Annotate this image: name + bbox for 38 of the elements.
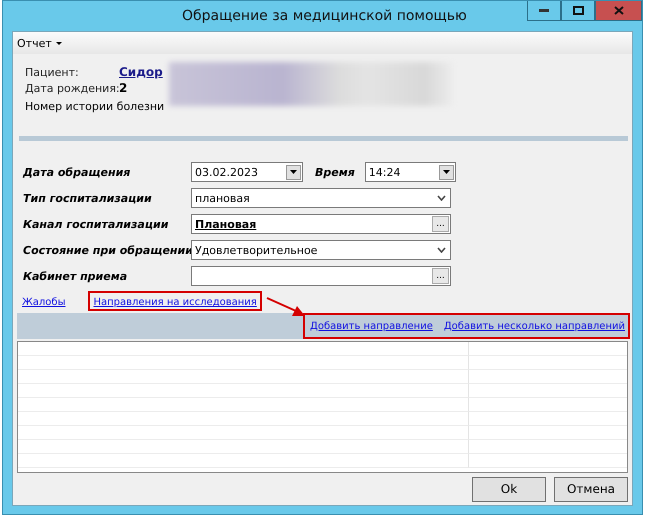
- time-label: Время: [315, 166, 355, 178]
- lookup-field[interactable]: Плановая ...: [191, 214, 451, 234]
- tab-link[interactable]: Жалобы: [22, 297, 66, 308]
- history-number-label: Номер истории болезни: [25, 100, 164, 112]
- date-field[interactable]: 03.02.2023: [191, 162, 303, 182]
- combo-box[interactable]: плановая: [191, 188, 451, 208]
- chevron-down-icon: [437, 247, 446, 253]
- field-label: Дата обращения: [23, 166, 132, 178]
- dropdown-icon: [442, 170, 450, 174]
- field-label: Тип госпитализации: [23, 192, 153, 204]
- time-field[interactable]: 14:24: [364, 162, 456, 182]
- field-label: Канал госпитализации: [23, 218, 170, 230]
- caret-icon: [56, 42, 62, 44]
- browse-button[interactable]: ...: [432, 268, 449, 284]
- birth-date-value: 2: [119, 81, 128, 95]
- cancel-button[interactable]: Отмена: [554, 476, 628, 502]
- minimize-button[interactable]: [527, 1, 561, 21]
- patient-label: Пациент:: [25, 66, 80, 78]
- tab-link[interactable]: Направления на исследования: [93, 297, 257, 308]
- dropdown-icon: [290, 170, 297, 174]
- close-button[interactable]: [595, 1, 642, 21]
- combo-box[interactable]: Удовлетворительное: [191, 240, 451, 260]
- add-link[interactable]: Добавить направление: [310, 320, 433, 332]
- report-menu[interactable]: Отчет: [17, 36, 62, 50]
- lookup-field[interactable]: ...: [191, 266, 451, 286]
- field-label: Состояние при обращении: [23, 244, 191, 256]
- menu-label: Отчет: [17, 36, 52, 50]
- browse-button[interactable]: ...: [432, 216, 449, 232]
- maximize-icon: [572, 6, 584, 15]
- window-title: Обращение за медицинской помощью: [182, 8, 467, 24]
- ok-button[interactable]: Ok: [472, 476, 546, 502]
- field-label: Кабинет приема: [23, 270, 128, 282]
- birth-date-label: Дата рождения:: [25, 82, 119, 94]
- add-link[interactable]: Добавить несколько направлений: [444, 320, 625, 332]
- close-icon: [614, 6, 624, 15]
- chevron-down-icon: [437, 195, 446, 201]
- patient-name[interactable]: Сидор: [119, 65, 163, 79]
- minimize-icon: [539, 9, 549, 12]
